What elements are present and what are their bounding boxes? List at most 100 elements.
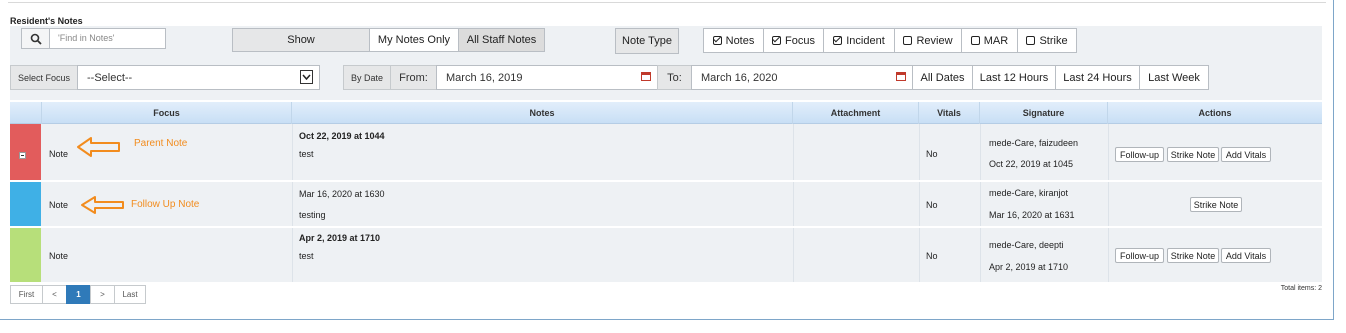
table-header: Focus Notes Attachment Vitals Signature … [10, 102, 1322, 124]
column-divider [919, 124, 920, 180]
strike-note-button[interactable]: Strike Note [1167, 248, 1219, 263]
note-title: Mar 16, 2020 at 1630 [299, 189, 385, 199]
from-label: From: [390, 65, 437, 90]
row-color-strip [10, 182, 41, 226]
last-12-hours-button[interactable]: Last 12 Hours [972, 65, 1056, 90]
all-staff-notes-button[interactable]: All Staff Notes [458, 28, 545, 52]
first-page-button[interactable]: First [10, 285, 43, 304]
search-button[interactable] [22, 29, 50, 48]
all-dates-button[interactable]: All Dates [912, 65, 973, 90]
note-text: testing [299, 210, 326, 220]
signature-name: mede-Care, kiranjot [989, 188, 1069, 198]
filter-panel: 'Find in Notes' Show My Notes Only All S… [10, 26, 1322, 100]
strike-filter-button[interactable]: Strike [1017, 28, 1077, 53]
arrow-left-icon [81, 196, 124, 214]
column-divider [793, 228, 794, 282]
column-divider [980, 182, 981, 226]
checkbox-checked-icon [772, 36, 782, 45]
checkbox-icon [1026, 36, 1036, 45]
focus-filter-button[interactable]: Focus [763, 28, 824, 53]
from-date-input[interactable]: March 16, 2019 [436, 65, 658, 90]
column-divider [1108, 228, 1109, 282]
note-text: test [299, 251, 314, 261]
column-divider [919, 228, 920, 282]
row-color-strip [10, 228, 41, 282]
follow-up-button[interactable]: Follow-up [1115, 147, 1164, 162]
header-signature[interactable]: Signature [980, 102, 1108, 124]
follow-up-button[interactable]: Follow-up [1115, 248, 1164, 263]
total-items: Total items: 2 [1280, 285, 1322, 292]
chevron-down-icon[interactable] [300, 70, 313, 84]
calendar-icon[interactable] [896, 72, 906, 81]
parent-note-annotation: Parent Note [134, 138, 188, 149]
to-label: To: [657, 65, 692, 90]
to-date-input[interactable]: March 16, 2020 [691, 65, 913, 90]
vitals-cell: No [926, 200, 938, 210]
signature-name: mede-Care, faizudeen [989, 138, 1079, 148]
column-divider [980, 228, 981, 282]
vitals-cell: No [926, 149, 938, 159]
header-attachment[interactable]: Attachment [793, 102, 919, 124]
header-focus[interactable]: Focus [42, 102, 292, 124]
notes-filter-button[interactable]: Notes [703, 28, 764, 53]
next-page-button[interactable]: > [90, 285, 115, 304]
search-icon [30, 33, 42, 45]
note-title: Oct 22, 2019 at 1044 [299, 131, 385, 141]
section-title: Resident's Notes [10, 16, 83, 26]
checkbox-icon [903, 36, 913, 45]
table-row[interactable]: Note Apr 2, 2019 at 1710 test No mede-Ca… [10, 228, 1322, 283]
page-1-button[interactable]: 1 [66, 285, 91, 304]
signature-date: Apr 2, 2019 at 1710 [989, 262, 1069, 272]
checkbox-checked-icon [833, 36, 843, 45]
header-actions[interactable]: Actions [1108, 102, 1322, 124]
signature-date: Mar 16, 2020 at 1631 [989, 210, 1075, 220]
last-24-hours-button[interactable]: Last 24 Hours [1055, 65, 1140, 90]
strike-note-button[interactable]: Strike Note [1167, 147, 1219, 162]
column-divider [919, 182, 920, 226]
add-vitals-button[interactable]: Add Vitals [1221, 248, 1271, 263]
note-title: Apr 2, 2019 at 1710 [299, 233, 381, 243]
notes-table: Focus Notes Attachment Vitals Signature … [10, 102, 1322, 283]
header-vitals[interactable]: Vitals [919, 102, 980, 124]
follow-up-note-annotation: Follow Up Note [131, 199, 200, 210]
column-divider [292, 228, 293, 282]
column-divider [793, 182, 794, 226]
collapse-icon[interactable] [19, 152, 26, 159]
incident-filter-button[interactable]: Incident [823, 28, 895, 53]
focus-cell: Note [49, 251, 69, 261]
column-divider [1108, 182, 1109, 226]
search-box: 'Find in Notes' [21, 28, 166, 49]
arrow-left-icon [77, 137, 120, 157]
search-input[interactable]: 'Find in Notes' [58, 33, 114, 43]
strike-note-button[interactable]: Strike Note [1190, 197, 1242, 212]
column-divider [793, 124, 794, 180]
table-row[interactable]: Note Oct 22, 2019 at 1044 test No mede-C… [10, 124, 1322, 181]
checkbox-icon [970, 36, 980, 45]
column-divider [292, 182, 293, 226]
signature-date: Oct 22, 2019 at 1045 [989, 159, 1074, 169]
header-color-column [10, 102, 42, 124]
focus-select[interactable]: --Select-- [77, 65, 320, 90]
calendar-icon[interactable] [641, 72, 651, 81]
header-notes[interactable]: Notes [292, 102, 793, 124]
signature-name: mede-Care, deepti [989, 240, 1064, 250]
select-focus-label: Select Focus [10, 65, 78, 90]
review-filter-button[interactable]: Review [894, 28, 962, 53]
show-label: Show [232, 28, 370, 52]
column-divider [980, 124, 981, 180]
divider [8, 2, 1326, 3]
checkbox-checked-icon [712, 36, 722, 45]
note-type-label: Note Type [615, 28, 679, 54]
add-vitals-button[interactable]: Add Vitals [1221, 147, 1271, 162]
focus-cell: Note [49, 149, 69, 159]
last-page-button[interactable]: Last [114, 285, 146, 304]
pagination: First < 1 > Last [10, 285, 146, 304]
vitals-cell: No [926, 251, 938, 261]
my-notes-only-button[interactable]: My Notes Only [369, 28, 459, 52]
mar-filter-button[interactable]: MAR [961, 28, 1018, 53]
table-row[interactable]: Note Mar 16, 2020 at 1630 testing No med… [10, 182, 1322, 227]
column-divider [1108, 124, 1109, 180]
prev-page-button[interactable]: < [42, 285, 67, 304]
last-week-button[interactable]: Last Week [1139, 65, 1209, 90]
by-date-label: By Date [343, 65, 391, 90]
